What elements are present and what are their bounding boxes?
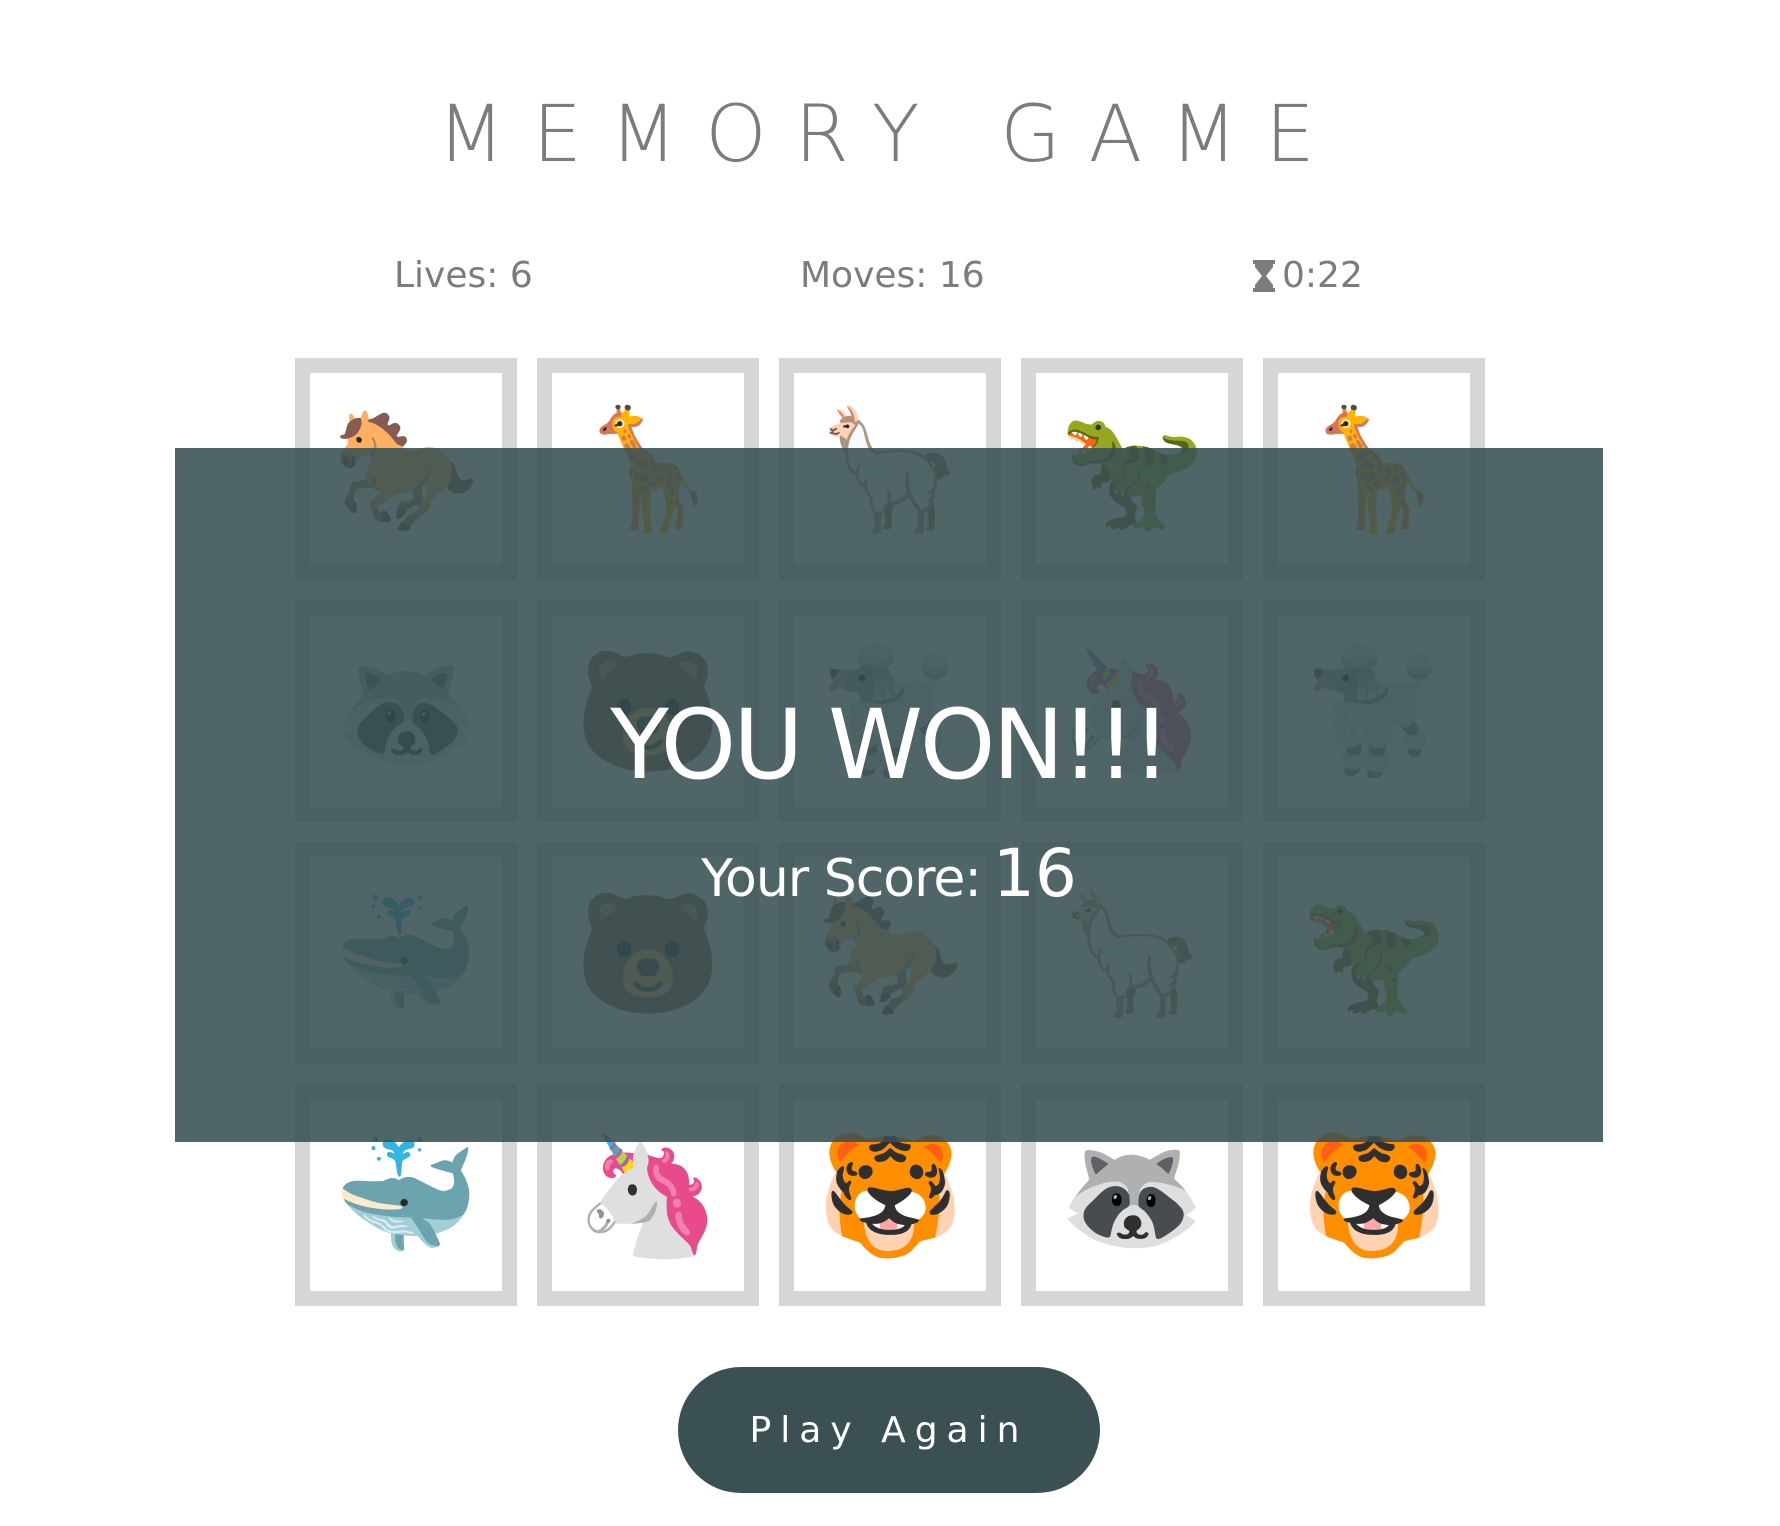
score-value: 16 <box>992 834 1077 912</box>
hourglass-icon <box>1252 259 1276 293</box>
win-overlay: YOU WON!!! Your Score: 16 <box>175 448 1603 1142</box>
play-again-button[interactable]: Play Again <box>678 1367 1100 1493</box>
lives-counter: Lives: 6 <box>394 255 533 296</box>
moves-counter: Moves: 16 <box>800 255 985 296</box>
game-page: MEMORY GAME Lives: 6 Moves: 16 0:22 🐎🦒🦙🦖… <box>0 0 1780 1526</box>
score-label: Your Score: <box>701 848 982 909</box>
score-row: Your Score: 16 <box>701 835 1077 912</box>
timer-value: 0:22 <box>1282 255 1363 296</box>
stats-bar: Lives: 6 Moves: 16 0:22 <box>0 255 1780 305</box>
timer: 0:22 <box>1252 255 1363 296</box>
win-title: YOU WON!!! <box>610 688 1170 801</box>
page-title: MEMORY GAME <box>437 90 1343 180</box>
